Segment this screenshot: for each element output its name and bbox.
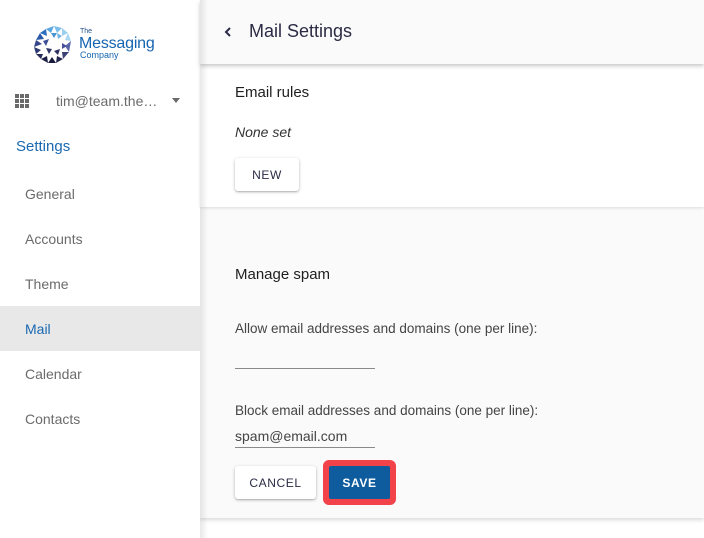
- new-rule-button[interactable]: NEW: [235, 158, 299, 191]
- chevron-left-icon[interactable]: [222, 25, 234, 39]
- settings-section-title: Settings: [16, 138, 71, 155]
- cancel-button[interactable]: CANCEL: [235, 466, 316, 499]
- logo-line-3: Company: [80, 50, 119, 60]
- main-content: Mail Settings Email rules None set NEW M…: [200, 0, 704, 538]
- manage-spam-section: Manage spam Allow email addresses and do…: [200, 207, 704, 518]
- logo-mark-icon: [34, 26, 71, 63]
- page-title: Mail Settings: [249, 21, 353, 41]
- sidebar: The Messaging Company tim@team.the… Sett…: [0, 0, 200, 538]
- page-header: Mail Settings: [200, 0, 704, 64]
- allow-list-label: Allow email addresses and domains (one p…: [235, 321, 538, 336]
- logo-text: The Messaging Company: [79, 28, 155, 60]
- block-list-input[interactable]: [235, 424, 375, 448]
- logo-line-1: The: [80, 28, 93, 35]
- allow-list-input[interactable]: [235, 347, 375, 369]
- save-button[interactable]: SAVE: [329, 466, 390, 499]
- email-rules-status: None set: [235, 124, 292, 140]
- manage-spam-title: Manage spam: [235, 266, 331, 283]
- caret-down-icon[interactable]: [172, 98, 180, 103]
- sidebar-item-accounts[interactable]: Accounts: [0, 216, 200, 261]
- account-switcher[interactable]: tim@team.the…: [0, 86, 200, 114]
- sidebar-item-contacts[interactable]: Contacts: [0, 396, 200, 441]
- sidebar-item-mail[interactable]: Mail: [0, 306, 200, 351]
- sidebar-item-general[interactable]: General: [0, 171, 200, 216]
- settings-nav: General Accounts Theme Mail Calendar Con…: [0, 171, 200, 441]
- sidebar-item-calendar[interactable]: Calendar: [0, 351, 200, 396]
- apps-grid-icon[interactable]: [15, 94, 29, 108]
- email-rules-title: Email rules: [235, 84, 310, 101]
- account-email[interactable]: tim@team.the…: [56, 93, 157, 109]
- sidebar-item-theme[interactable]: Theme: [0, 261, 200, 306]
- block-list-label: Block email addresses and domains (one p…: [235, 403, 539, 418]
- email-rules-section: Email rules None set NEW: [200, 64, 704, 207]
- company-logo: The Messaging Company: [32, 22, 172, 66]
